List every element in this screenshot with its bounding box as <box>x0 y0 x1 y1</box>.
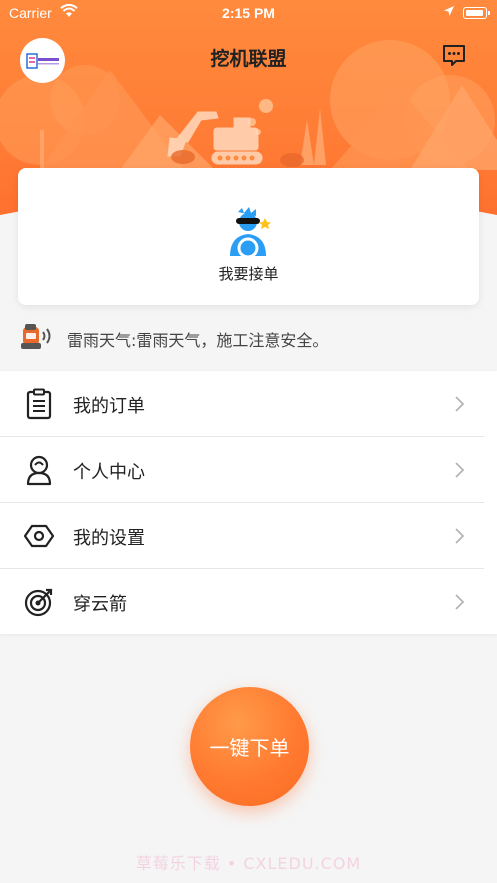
menu-item-my-settings[interactable]: 我的设置 <box>0 503 484 569</box>
chevron-right-icon <box>455 594 465 610</box>
speaker-icon <box>21 324 51 349</box>
menu-list: 我的订单 个人中心 我的设置 穿云箭 <box>0 371 497 634</box>
one-click-order-button[interactable]: 一键下单 <box>190 687 309 806</box>
person-icon <box>26 455 52 486</box>
chevron-right-icon <box>455 528 465 544</box>
driver-icon <box>229 207 271 258</box>
target-icon <box>24 588 53 617</box>
menu-item-my-orders[interactable]: 我的订单 <box>0 371 484 437</box>
weather-notice: 雷雨天气:雷雨天气，施工注意安全。 <box>20 322 480 352</box>
menu-label: 我的设置 <box>73 528 145 549</box>
battery-icon <box>463 7 490 19</box>
status-bar: Carrier 2:15 PM <box>0 0 497 26</box>
settings-hex-icon <box>24 524 54 548</box>
notice-text: 雷雨天气:雷雨天气，施工注意安全。 <box>67 331 329 350</box>
accept-order-card[interactable]: 我要接单 <box>18 168 479 305</box>
menu-label: 我的订单 <box>73 396 145 417</box>
nav-bar: 挖机联盟 <box>0 30 497 83</box>
clipboard-icon <box>26 388 52 420</box>
menu-item-chuanyunjian[interactable]: 穿云箭 <box>0 569 484 635</box>
chevron-right-icon <box>455 462 465 478</box>
menu-label: 穿云箭 <box>73 594 127 615</box>
location-arrow-icon <box>444 6 454 16</box>
message-icon[interactable] <box>441 42 467 68</box>
menu-label: 个人中心 <box>73 462 145 483</box>
accept-order-label: 我要接单 <box>218 265 279 283</box>
clock: 2:15 PM <box>222 5 275 21</box>
menu-item-personal-center[interactable]: 个人中心 <box>0 437 484 503</box>
chevron-right-icon <box>455 396 465 412</box>
page-title: 挖机联盟 <box>210 48 287 70</box>
watermark: 草莓乐下载 • CXLEDU.COM <box>135 854 362 873</box>
